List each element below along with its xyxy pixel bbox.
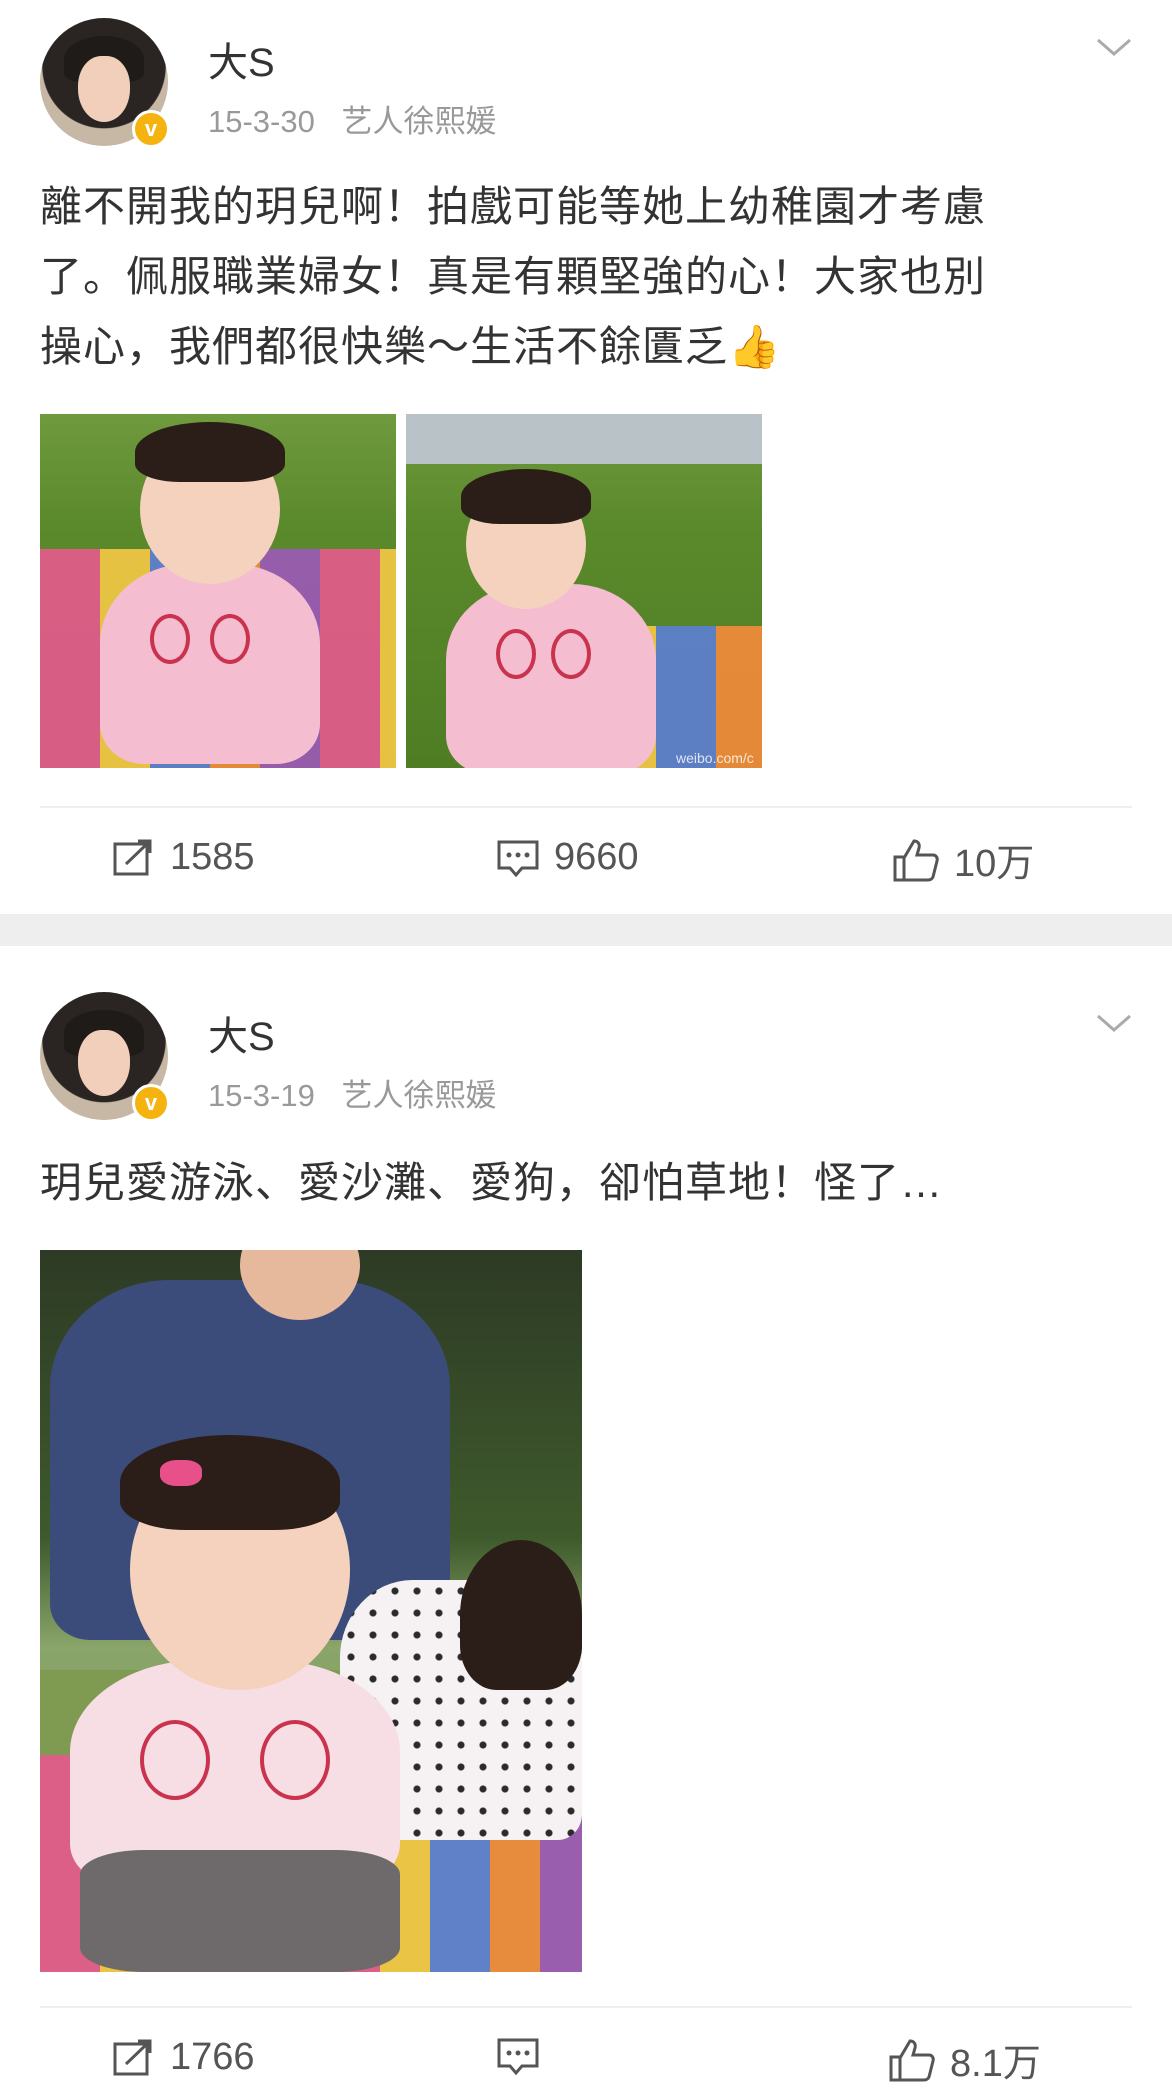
post-separator bbox=[0, 914, 1172, 946]
divider bbox=[40, 2006, 1132, 2008]
post-date: 15-3-30 bbox=[208, 104, 315, 139]
shirt-print bbox=[496, 629, 536, 679]
post-text-line: 離不開我的玥兒啊！拍戲可能等她上幼稚園才考慮 bbox=[40, 183, 987, 230]
shirt-print bbox=[210, 614, 250, 664]
like-button[interactable]: 8.1万 bbox=[888, 2032, 1041, 2087]
avatar-face bbox=[78, 1030, 130, 1096]
repost-icon bbox=[113, 839, 152, 875]
photo-watermark: weibo.com/c bbox=[676, 750, 754, 766]
repost-button[interactable]: 1585 bbox=[112, 836, 255, 879]
shirt-print bbox=[150, 614, 190, 664]
weibo-post: v 大S 15-3-30 艺人徐熙媛 離不開我的玥兒啊！拍戲可能等她上幼稚園才考… bbox=[0, 0, 1172, 914]
username[interactable]: 大S bbox=[208, 30, 275, 88]
baby-figure bbox=[446, 584, 656, 768]
post-source: 艺人徐熙媛 bbox=[341, 104, 497, 139]
baby-hair bbox=[135, 422, 285, 482]
chevron-down-icon[interactable] bbox=[1094, 32, 1134, 62]
like-count: 8.1万 bbox=[950, 2043, 1041, 2085]
repost-count: 1766 bbox=[170, 2036, 255, 2078]
shirt-print bbox=[551, 629, 591, 679]
baby-hair bbox=[461, 469, 591, 524]
post-text: 玥兒愛游泳、愛沙灘、愛狗，卻怕草地！怪了… bbox=[40, 1148, 1140, 1218]
post-photo[interactable] bbox=[40, 414, 396, 768]
comment-icon bbox=[497, 840, 539, 877]
post-photo[interactable] bbox=[40, 1250, 582, 1972]
like-button[interactable]: 10万 bbox=[892, 832, 1034, 887]
post-photo[interactable]: weibo.com/c bbox=[406, 414, 762, 768]
shirt-print bbox=[140, 1720, 210, 1800]
username[interactable]: 大S bbox=[208, 1004, 275, 1062]
comment-button[interactable]: 9660 bbox=[496, 836, 639, 879]
repost-icon bbox=[113, 2039, 152, 2075]
baby-hair bbox=[120, 1435, 340, 1530]
thumbs-up-icon bbox=[889, 2038, 935, 2081]
post-text-line: 操心，我們都很快樂～生活不餘匱乏👍 bbox=[40, 323, 782, 370]
like-count: 10万 bbox=[954, 843, 1035, 885]
post-meta: 15-3-30 艺人徐熙媛 bbox=[208, 96, 514, 141]
avatar[interactable]: v bbox=[40, 18, 170, 148]
post-text-line: 玥兒愛游泳、愛沙灘、愛狗，卻怕草地！怪了… bbox=[40, 1159, 944, 1206]
post-meta: 15-3-19 艺人徐熙媛 bbox=[208, 1070, 514, 1115]
verified-badge-icon: v bbox=[132, 110, 170, 148]
avatar-face bbox=[78, 56, 130, 122]
verified-badge-icon: v bbox=[132, 1084, 170, 1122]
weibo-post: v 大S 15-3-19 艺人徐熙媛 玥兒愛游泳、愛沙灘、愛狗，卻怕草地！怪了…… bbox=[0, 946, 1172, 2096]
comment-icon bbox=[497, 2038, 539, 2076]
post-date: 15-3-19 bbox=[208, 1078, 315, 1113]
post-text: 離不開我的玥兒啊！拍戲可能等她上幼稚園才考慮 了。佩服職業婦女！真是有顆堅強的心… bbox=[40, 172, 1140, 382]
divider bbox=[40, 806, 1132, 808]
chevron-down-icon[interactable] bbox=[1094, 1008, 1134, 1038]
comment-count: 9660 bbox=[554, 836, 639, 878]
avatar[interactable]: v bbox=[40, 992, 170, 1122]
repost-count: 1585 bbox=[170, 836, 255, 878]
comment-button[interactable] bbox=[496, 2036, 554, 2076]
shirt-print bbox=[260, 1720, 330, 1800]
post-text-line: 了。佩服職業婦女！真是有顆堅強的心！大家也別 bbox=[40, 253, 987, 300]
hair-bow bbox=[160, 1460, 202, 1486]
baby-pants bbox=[80, 1850, 400, 1972]
baby-figure bbox=[100, 564, 320, 764]
sky bbox=[406, 414, 762, 464]
repost-button[interactable]: 1766 bbox=[112, 2036, 255, 2079]
thumbs-up-icon bbox=[893, 838, 939, 881]
child-hair bbox=[460, 1540, 582, 1690]
post-source: 艺人徐熙媛 bbox=[341, 1078, 497, 1113]
